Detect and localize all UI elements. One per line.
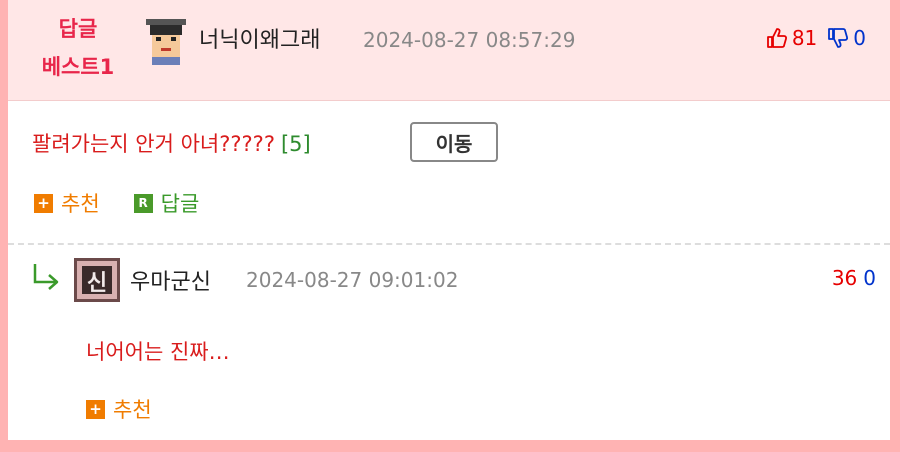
user-avatar-icon[interactable]: [143, 17, 189, 65]
thumbs-up-icon: [766, 28, 787, 48]
reply-r-icon: R: [133, 193, 153, 213]
downvote-count: 0: [853, 26, 866, 50]
move-button[interactable]: 이동: [410, 122, 498, 162]
upvote-count: 81: [791, 26, 818, 50]
best-comment-header: 답글 베스트1 너닉이왜그래 2024-08-27 08:57:29 81 0: [8, 0, 890, 101]
user-avatar-icon[interactable]: 신: [74, 258, 120, 302]
recommend-label: 추천: [61, 192, 100, 216]
reply-recommend-label: 추천: [113, 398, 152, 422]
reply-recommend-button[interactable]: + 추천: [86, 394, 152, 424]
recommend-button[interactable]: + 추천: [34, 188, 100, 218]
reply-vote-counts: 36 0: [832, 266, 876, 290]
comment-actions: + 추천 R 답글: [34, 188, 233, 218]
comment-panel: 답글 베스트1 너닉이왜그래 2024-08-27 08:57:29 81 0 …: [8, 0, 890, 440]
reply-button[interactable]: R 답글: [133, 188, 200, 218]
reply-author-name[interactable]: 우마군신: [130, 264, 211, 296]
badge-line-2: 베스트1: [41, 55, 115, 79]
svg-text:신: 신: [87, 271, 107, 296]
thumbs-down-icon: [828, 28, 849, 48]
reply-timestamp: 2024-08-27 09:01:02: [246, 268, 459, 292]
reply-downvote-count[interactable]: 0: [863, 266, 876, 290]
plus-icon: +: [86, 399, 105, 419]
reply-text: 너어어는 진짜…: [86, 340, 230, 364]
upvote-button[interactable]: 81: [766, 26, 817, 50]
vote-counts: 81 0: [766, 26, 866, 50]
best-reply-badge: 답글 베스트1: [28, 10, 128, 86]
comment-body: 팔려가는지 안거 아녀?????: [32, 132, 275, 156]
reply-upvote-count[interactable]: 36: [832, 266, 857, 290]
reply-label: 답글: [160, 192, 200, 216]
badge-line-1: 답글: [58, 17, 98, 41]
best-comment-text: 팔려가는지 안거 아녀????? [5]: [32, 128, 311, 158]
comment-timestamp: 2024-08-27 08:57:29: [363, 28, 576, 52]
reply-arrow-icon: [33, 264, 59, 290]
reply-count[interactable]: [5]: [281, 132, 311, 156]
author-name[interactable]: 너닉이왜그래: [199, 22, 320, 54]
divider: [8, 243, 890, 245]
downvote-button[interactable]: 0: [827, 26, 866, 50]
plus-icon: +: [34, 193, 53, 213]
